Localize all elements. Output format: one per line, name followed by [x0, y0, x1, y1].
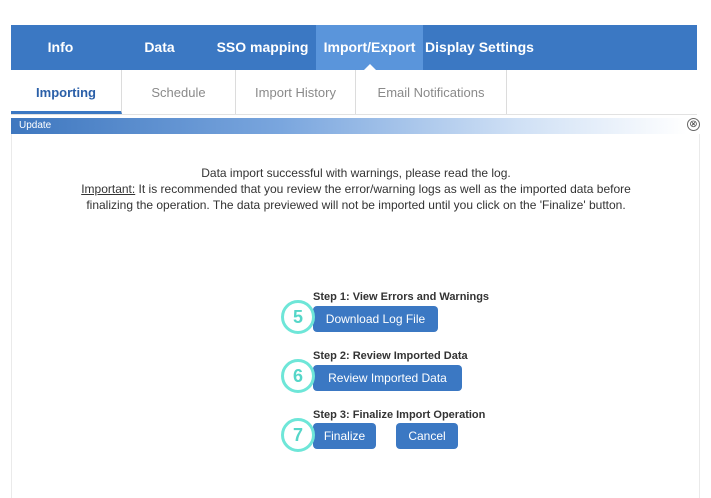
step-3-label: Step 3: Finalize Import Operation	[313, 409, 486, 421]
message-important-label: Important:	[81, 182, 136, 196]
sub-nav: Importing Schedule Import History Email …	[11, 70, 697, 115]
step-2-label: Step 2: Review Imported Data	[313, 350, 468, 362]
review-imported-data-button[interactable]: Review Imported Data	[313, 365, 462, 391]
subtab-import-history[interactable]: Import History	[236, 70, 356, 114]
update-bar: Update	[11, 118, 687, 134]
message-status: Data import successful with warnings, pl…	[201, 166, 511, 180]
step-badge-5: 5	[281, 300, 315, 334]
finalize-button[interactable]: Finalize	[313, 423, 376, 449]
tab-data[interactable]: Data	[110, 25, 209, 70]
step-1-label: Step 1: View Errors and Warnings	[313, 291, 490, 303]
tab-sso-mapping[interactable]: SSO mapping	[209, 25, 316, 70]
message-body: It is recommended that you review the er…	[86, 182, 631, 212]
download-log-file-button[interactable]: Download Log File	[313, 306, 438, 332]
tab-import-export[interactable]: Import/Export	[316, 25, 423, 71]
subtab-importing[interactable]: Importing	[11, 70, 122, 114]
step-badge-6: 6	[281, 359, 315, 393]
close-icon[interactable]: ⊗	[687, 118, 700, 131]
subtab-email-notifications[interactable]: Email Notifications	[356, 70, 507, 114]
top-nav: Info Data SSO mapping Import/Export Disp…	[11, 25, 697, 71]
update-bar-title: Update	[19, 120, 52, 131]
import-message: Data import successful with warnings, pl…	[80, 165, 632, 213]
tab-display-settings[interactable]: Display Settings	[423, 25, 536, 70]
step-badge-7: 7	[281, 418, 315, 452]
tab-info[interactable]: Info	[11, 25, 110, 70]
subtab-schedule[interactable]: Schedule	[122, 70, 236, 114]
cancel-button[interactable]: Cancel	[396, 423, 458, 449]
